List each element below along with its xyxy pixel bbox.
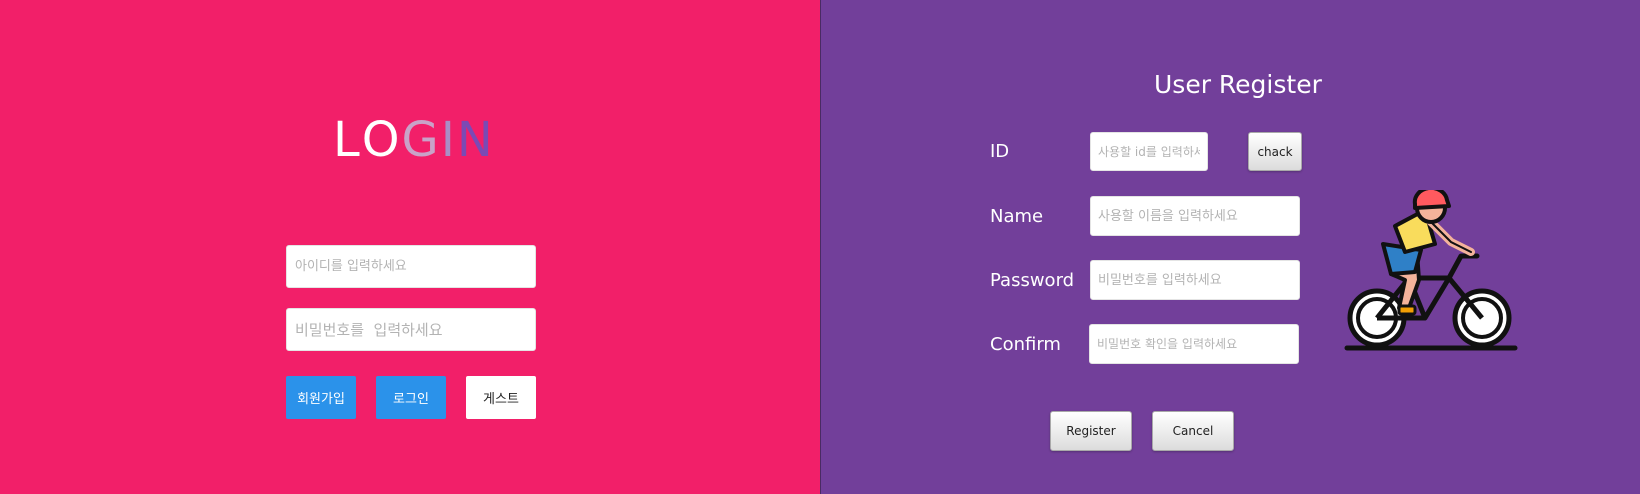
- login-title-letter: L: [333, 112, 362, 168]
- register-panel: User Register ID Name Password Confirm c…: [820, 0, 1640, 494]
- login-title-letter: I: [440, 112, 457, 168]
- cyclist-icon: [1344, 190, 1518, 351]
- login-password-input[interactable]: [286, 308, 536, 351]
- name-label: Name: [990, 206, 1044, 227]
- register-id-input[interactable]: [1090, 132, 1208, 171]
- check-id-button[interactable]: chack: [1248, 132, 1302, 171]
- register-confirm-input[interactable]: [1089, 324, 1299, 364]
- login-panel: LOGIN 회원가입 로그인 게스트: [0, 0, 820, 494]
- id-label: ID: [990, 141, 1010, 162]
- register-password-input[interactable]: [1090, 260, 1300, 300]
- cancel-button[interactable]: Cancel: [1152, 411, 1234, 451]
- password-label: Password: [990, 270, 1075, 291]
- signup-button[interactable]: 회원가입: [286, 376, 356, 419]
- login-title-letter: N: [456, 112, 495, 168]
- login-title-letter: O: [361, 112, 402, 168]
- register-button[interactable]: Register: [1050, 411, 1132, 451]
- guest-button[interactable]: 게스트: [466, 376, 536, 419]
- login-title: LOGIN: [333, 112, 495, 168]
- register-title: User Register: [1154, 70, 1322, 99]
- login-title-letter: G: [401, 112, 441, 168]
- login-button[interactable]: 로그인: [376, 376, 446, 419]
- confirm-label: Confirm: [990, 334, 1061, 355]
- login-id-input[interactable]: [286, 245, 536, 288]
- register-name-input[interactable]: [1090, 196, 1300, 236]
